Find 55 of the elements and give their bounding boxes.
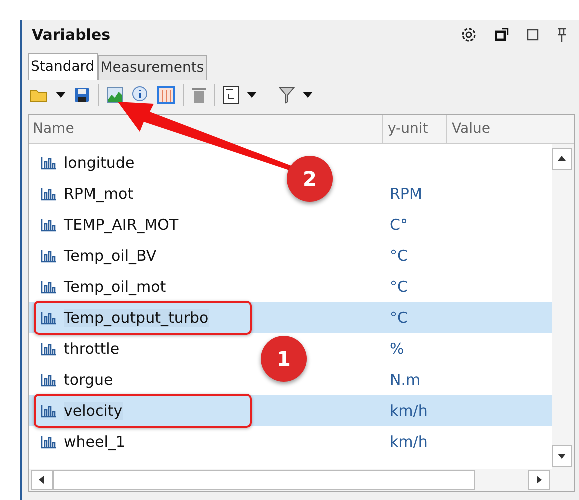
unit-cell-text: N.m	[389, 370, 421, 388]
unit-cell-text: km/h	[389, 402, 428, 420]
bar-chart-icon	[41, 310, 57, 324]
column-header[interactable]: Value	[447, 115, 490, 143]
filter-icon[interactable]	[279, 86, 295, 104]
bar-chart-icon	[41, 186, 57, 200]
variable-name[interactable]: TEMP_AIR_MOT	[64, 216, 179, 234]
variable-name[interactable]: Temp_oil_BV	[64, 246, 157, 264]
caret-icon[interactable]	[56, 92, 66, 98]
unit-cell-text: °C	[389, 246, 408, 264]
caret-icon[interactable]	[303, 92, 313, 98]
unit-cell-text: °C	[389, 278, 408, 296]
maximize-icon[interactable]	[527, 29, 539, 41]
bar-chart-icon	[41, 218, 57, 232]
bar-chart-icon	[41, 372, 57, 386]
unit-cell-text: RPM	[389, 184, 422, 202]
settings-icon[interactable]	[461, 27, 477, 43]
unit-cell-text: °C	[389, 308, 408, 326]
info-icon[interactable]	[131, 86, 149, 104]
variable-name[interactable]: wheel_1	[64, 432, 126, 450]
horizontal-scrollbar[interactable]	[29, 469, 574, 491]
bar-chart-icon	[41, 434, 57, 448]
variable-name[interactable]: RPM_mot	[64, 184, 134, 202]
unit-cell-text: %	[389, 340, 404, 358]
variable-name[interactable]: velocity	[64, 402, 123, 420]
tab[interactable]: Standard	[28, 53, 98, 80]
bar-chart-icon	[41, 280, 57, 294]
tab[interactable]: Measurements	[98, 55, 208, 80]
trash-icon[interactable]	[192, 86, 206, 104]
scroll-down-icon[interactable]	[552, 445, 572, 467]
chart-icon[interactable]	[107, 87, 123, 103]
variable-name[interactable]: torgue	[64, 370, 114, 388]
table-icon[interactable]	[157, 86, 175, 104]
bar-chart-icon	[41, 404, 57, 418]
save-icon[interactable]	[74, 87, 90, 103]
vertical-scrollbar[interactable]	[552, 144, 574, 469]
scroll-up-icon[interactable]	[552, 148, 572, 170]
pin-icon[interactable]	[557, 28, 567, 42]
bar-chart-icon	[41, 248, 57, 262]
scroll-right-icon[interactable]	[528, 470, 550, 490]
restore-icon[interactable]	[495, 28, 509, 42]
variable-name[interactable]: Temp_output_turbo	[64, 308, 209, 326]
scroll-left-icon[interactable]	[31, 470, 53, 490]
bar-chart-icon	[41, 342, 57, 356]
outline-icon[interactable]	[223, 86, 239, 104]
caret-icon[interactable]	[247, 92, 257, 98]
variable-name[interactable]: longitude	[64, 154, 135, 172]
unit-cell-text: km/h	[389, 432, 428, 450]
bar-chart-icon	[41, 156, 57, 170]
variable-name[interactable]: Temp_oil_mot	[64, 278, 166, 296]
column-header[interactable]: y-unit	[383, 115, 447, 143]
unit-cell-text: C°	[389, 216, 408, 234]
scrollbar-thumb[interactable]	[53, 470, 475, 490]
panel-title: Variables	[32, 26, 111, 44]
variable-name[interactable]: throttle	[64, 340, 120, 358]
